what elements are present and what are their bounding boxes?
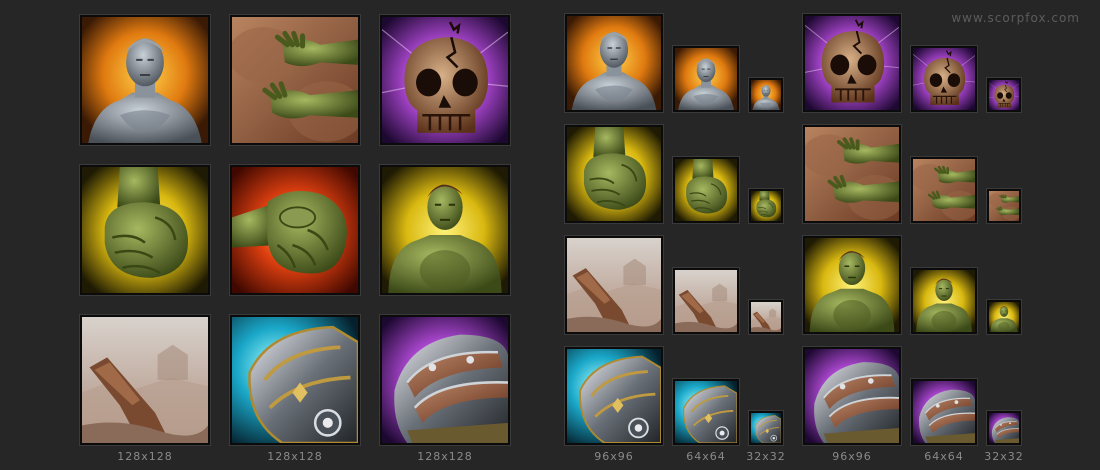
- size-label-32-groupA: 32x32: [746, 450, 786, 463]
- armor-shoulder-blue-icon: [232, 317, 358, 443]
- icon-green-brute-64: [911, 268, 977, 334]
- green-fist-yellow-glow-icon: [751, 191, 781, 221]
- icon-green-hands-chest-96: [803, 125, 901, 223]
- icon-stone-statue-32: [749, 78, 783, 112]
- size-label-128-col3: 128x128: [417, 450, 473, 463]
- icon-cracked-skull-32: [987, 78, 1021, 112]
- green-brute-icon: [805, 238, 899, 332]
- size-label-96-groupA: 96x96: [594, 450, 634, 463]
- cracked-skull-icon: [805, 16, 899, 110]
- icon-rock-landscape-128: [80, 315, 210, 445]
- icon-green-brute-96: [803, 236, 901, 334]
- icon-yellow-fist-64: [673, 157, 739, 223]
- size-label-96-groupB: 96x96: [832, 450, 872, 463]
- green-brute-icon: [989, 302, 1019, 332]
- icon-armor-purple-96: [803, 347, 901, 445]
- icon-yellow-fist-32: [749, 189, 783, 223]
- icon-stone-statue-128: [80, 15, 210, 145]
- icon-green-hands-chest-32: [987, 189, 1021, 223]
- icon-green-brute-32: [987, 300, 1021, 334]
- green-hands-on-chest-icon: [232, 17, 358, 143]
- icon-cracked-skull-64: [911, 46, 977, 112]
- icon-armor-blue-32: [749, 411, 783, 445]
- armor-shoulder-blue-icon: [567, 349, 661, 443]
- stone-statue-icon: [82, 17, 208, 143]
- icon-rock-landscape-96: [565, 236, 663, 334]
- icon-armor-purple-64: [911, 379, 977, 445]
- green-fist-yellow-glow-icon: [675, 159, 737, 221]
- icon-stone-statue-96: [565, 14, 663, 112]
- armor-shoulder-purple-icon: [805, 349, 899, 443]
- size-label-64-groupB: 64x64: [924, 450, 964, 463]
- rock-landscape-icon: [751, 302, 781, 332]
- green-hands-on-chest-icon: [805, 127, 899, 221]
- green-brute-icon: [913, 270, 975, 332]
- icon-armor-purple-128: [380, 315, 510, 445]
- armor-shoulder-blue-icon: [751, 413, 781, 443]
- icon-red-fist-128: [230, 165, 360, 295]
- icon-rock-landscape-64: [673, 268, 739, 334]
- icon-armor-blue-64: [673, 379, 739, 445]
- icon-yellow-fist-128: [80, 165, 210, 295]
- icon-rock-landscape-32: [749, 300, 783, 334]
- cracked-skull-icon: [913, 48, 975, 110]
- size-label-128-col1: 128x128: [117, 450, 173, 463]
- cracked-skull-icon: [382, 17, 508, 143]
- icon-green-brute-128: [380, 165, 510, 295]
- size-label-128-col2: 128x128: [267, 450, 323, 463]
- green-brute-icon: [382, 167, 508, 293]
- icon-stone-statue-64: [673, 46, 739, 112]
- icon-green-hands-chest-128: [230, 15, 360, 145]
- icon-yellow-fist-96: [565, 125, 663, 223]
- icon-armor-blue-96: [565, 347, 663, 445]
- stone-statue-icon: [751, 80, 781, 110]
- rock-landscape-icon: [82, 317, 208, 443]
- rock-landscape-icon: [567, 238, 661, 332]
- green-hands-on-chest-icon: [989, 191, 1019, 221]
- icon-green-hands-chest-64: [911, 157, 977, 223]
- icon-cracked-skull-96: [803, 14, 901, 112]
- armor-shoulder-purple-icon: [382, 317, 508, 443]
- icon-cracked-skull-128: [380, 15, 510, 145]
- cracked-skull-icon: [989, 80, 1019, 110]
- stone-statue-icon: [567, 16, 661, 110]
- stone-statue-icon: [675, 48, 737, 110]
- green-fist-yellow-glow-icon: [567, 127, 661, 221]
- size-label-32-groupB: 32x32: [984, 450, 1024, 463]
- armor-shoulder-blue-icon: [675, 381, 737, 443]
- armor-shoulder-purple-icon: [913, 381, 975, 443]
- icon-armor-purple-32: [987, 411, 1021, 445]
- size-label-64-groupA: 64x64: [686, 450, 726, 463]
- green-hands-on-chest-icon: [913, 159, 975, 221]
- green-fist-yellow-glow-icon: [82, 167, 208, 293]
- icon-armor-blue-128: [230, 315, 360, 445]
- green-fist-red-glow-icon: [232, 167, 358, 293]
- rock-landscape-icon: [675, 270, 737, 332]
- armor-shoulder-purple-icon: [989, 413, 1019, 443]
- watermark: www.scorpfox.com: [951, 11, 1080, 25]
